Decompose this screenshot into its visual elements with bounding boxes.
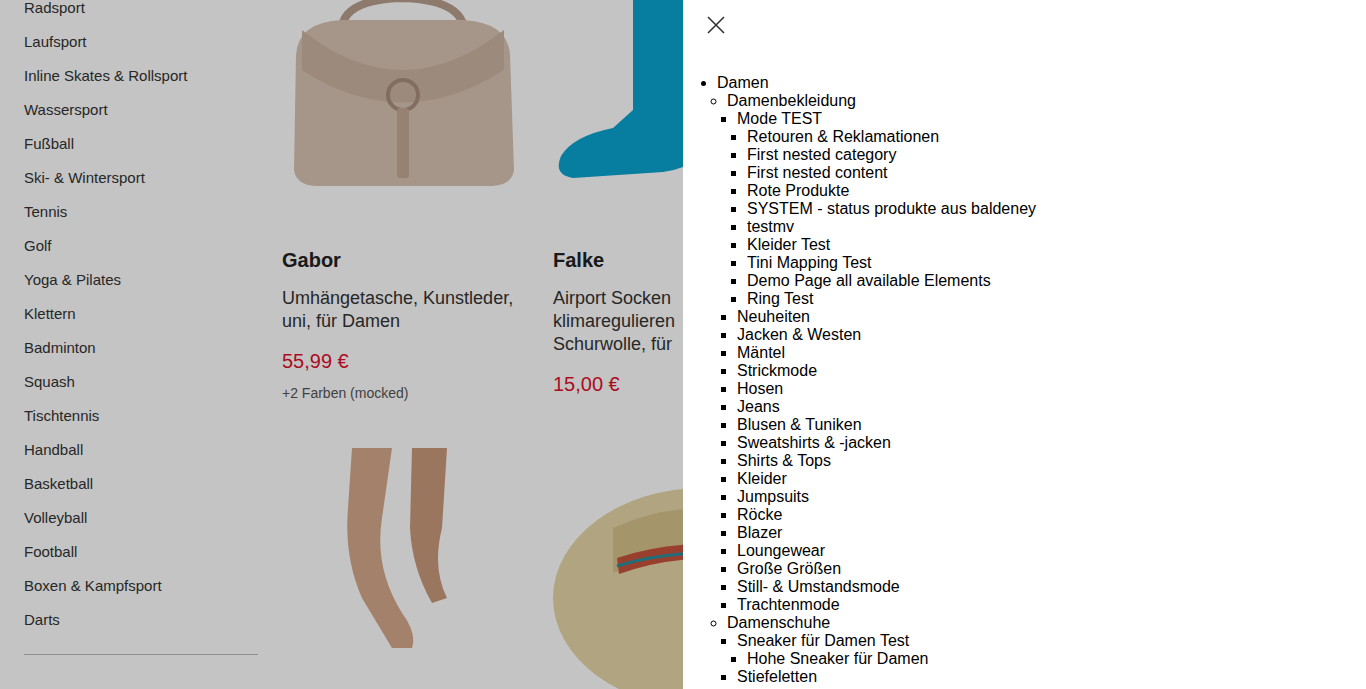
- menu-item: DamenbekleidungMode TESTRetouren & Rekla…: [727, 92, 1366, 614]
- menu-link[interactable]: Blazer: [737, 524, 782, 541]
- menu-link[interactable]: Große Größen: [737, 560, 841, 577]
- menu-item: Sneaker für Damen TestHohe Sneaker für D…: [737, 632, 1366, 668]
- menu-link[interactable]: Demo Page all available Elements: [747, 272, 991, 289]
- menu-link[interactable]: Blusen & Tuniken: [737, 416, 862, 433]
- menu-link[interactable]: Sneaker für Damen Test: [737, 632, 909, 649]
- menu-link[interactable]: Mode TEST: [737, 110, 822, 127]
- menu-link[interactable]: Strickmode: [737, 362, 817, 379]
- menu-link[interactable]: Loungewear: [737, 542, 825, 559]
- menu-link[interactable]: SYSTEM - status produkte aus baldeney: [747, 200, 1036, 217]
- menu-item: First nested category: [747, 146, 1366, 164]
- menu-item: Neuheiten: [737, 308, 1366, 326]
- menu-item: Jumpsuits: [737, 488, 1366, 506]
- shop-page: RadsportLaufsportInline Skates & Rollspo…: [0, 0, 683, 689]
- menu-item: Jeans: [737, 398, 1366, 416]
- menu-link[interactable]: Hohe Sneaker für Damen: [747, 650, 928, 667]
- menu-item: Röcke: [737, 506, 1366, 524]
- menu-item: Demo Page all available Elements: [747, 272, 1366, 290]
- menu-list: Sneaker für Damen TestHohe Sneaker für D…: [727, 632, 1366, 686]
- menu-link[interactable]: Röcke: [737, 506, 782, 523]
- menu-item: testmv: [747, 218, 1366, 236]
- menu-item: Hohe Sneaker für Damen: [747, 650, 1366, 668]
- menu-link[interactable]: Tini Mapping Test: [747, 254, 872, 271]
- menu-item: Shirts & Tops: [737, 452, 1366, 470]
- menu-item: SYSTEM - status produkte aus baldeney: [747, 200, 1366, 218]
- menu-item: Tini Mapping Test: [747, 254, 1366, 272]
- menu-list: DamenbekleidungMode TESTRetouren & Rekla…: [717, 92, 1366, 686]
- menu-item: Jacken & Westen: [737, 326, 1366, 344]
- menu-link[interactable]: Damen: [717, 74, 769, 91]
- menu-list: Retouren & ReklamationenFirst nested cat…: [737, 128, 1366, 308]
- menu-item: Kleider Test: [747, 236, 1366, 254]
- menu-item: Blusen & Tuniken: [737, 416, 1366, 434]
- close-button[interactable]: [705, 14, 727, 36]
- menu-link[interactable]: Sweatshirts & -jacken: [737, 434, 891, 451]
- menu-item: Rote Produkte: [747, 182, 1366, 200]
- menu-item: Still- & Umstandsmode: [737, 578, 1366, 596]
- menu-list: DamenDamenbekleidungMode TESTRetouren & …: [683, 74, 1366, 686]
- menu-link[interactable]: Neuheiten: [737, 308, 810, 325]
- menu-link[interactable]: Stiefeletten: [737, 668, 817, 685]
- menu-item: Trachtenmode: [737, 596, 1366, 614]
- menu-link[interactable]: First nested category: [747, 146, 896, 163]
- menu-item: DamenDamenbekleidungMode TESTRetouren & …: [717, 74, 1366, 686]
- menu-link[interactable]: Jacken & Westen: [737, 326, 861, 343]
- menu-item: Große Größen: [737, 560, 1366, 578]
- menu-item: Kleider: [737, 470, 1366, 488]
- menu-link[interactable]: Retouren & Reklamationen: [747, 128, 939, 145]
- menu-link[interactable]: Trachtenmode: [737, 596, 840, 613]
- menu-item: Sweatshirts & -jacken: [737, 434, 1366, 452]
- menu-item: Retouren & Reklamationen: [747, 128, 1366, 146]
- menu-link[interactable]: Jumpsuits: [737, 488, 809, 505]
- menu-link[interactable]: Rote Produkte: [747, 182, 849, 199]
- close-icon[interactable]: [707, 16, 725, 34]
- menu-item: Mäntel: [737, 344, 1366, 362]
- menu-link[interactable]: testmv: [747, 218, 794, 235]
- menu-item: Blazer: [737, 524, 1366, 542]
- menu-link[interactable]: First nested content: [747, 164, 888, 181]
- menu-link[interactable]: Shirts & Tops: [737, 452, 831, 469]
- navigation-panel: DamenDamenbekleidungMode TESTRetouren & …: [683, 0, 1366, 689]
- menu-item: Stiefeletten: [737, 668, 1366, 686]
- menu-item: Loungewear: [737, 542, 1366, 560]
- menu-link[interactable]: Jeans: [737, 398, 780, 415]
- menu-item: DamenschuheSneaker für Damen TestHohe Sn…: [727, 614, 1366, 686]
- menu-link[interactable]: Hosen: [737, 380, 783, 397]
- backdrop-overlay[interactable]: [0, 0, 683, 689]
- menu-link[interactable]: Mäntel: [737, 344, 785, 361]
- menu-item: Strickmode: [737, 362, 1366, 380]
- menu-link[interactable]: Kleider Test: [747, 236, 830, 253]
- menu-item: Ring Test: [747, 290, 1366, 308]
- menu-item: Mode TESTRetouren & ReklamationenFirst n…: [737, 110, 1366, 308]
- menu-link[interactable]: Kleider: [737, 470, 787, 487]
- menu-list: Mode TESTRetouren & ReklamationenFirst n…: [727, 110, 1366, 614]
- menu-link[interactable]: Ring Test: [747, 290, 813, 307]
- menu-link[interactable]: Damenschuhe: [727, 614, 830, 631]
- menu-item: First nested content: [747, 164, 1366, 182]
- menu-link[interactable]: Still- & Umstandsmode: [737, 578, 900, 595]
- menu-item: Hosen: [737, 380, 1366, 398]
- menu-link[interactable]: Damenbekleidung: [727, 92, 856, 109]
- menu-list: Hohe Sneaker für Damen: [737, 650, 1366, 668]
